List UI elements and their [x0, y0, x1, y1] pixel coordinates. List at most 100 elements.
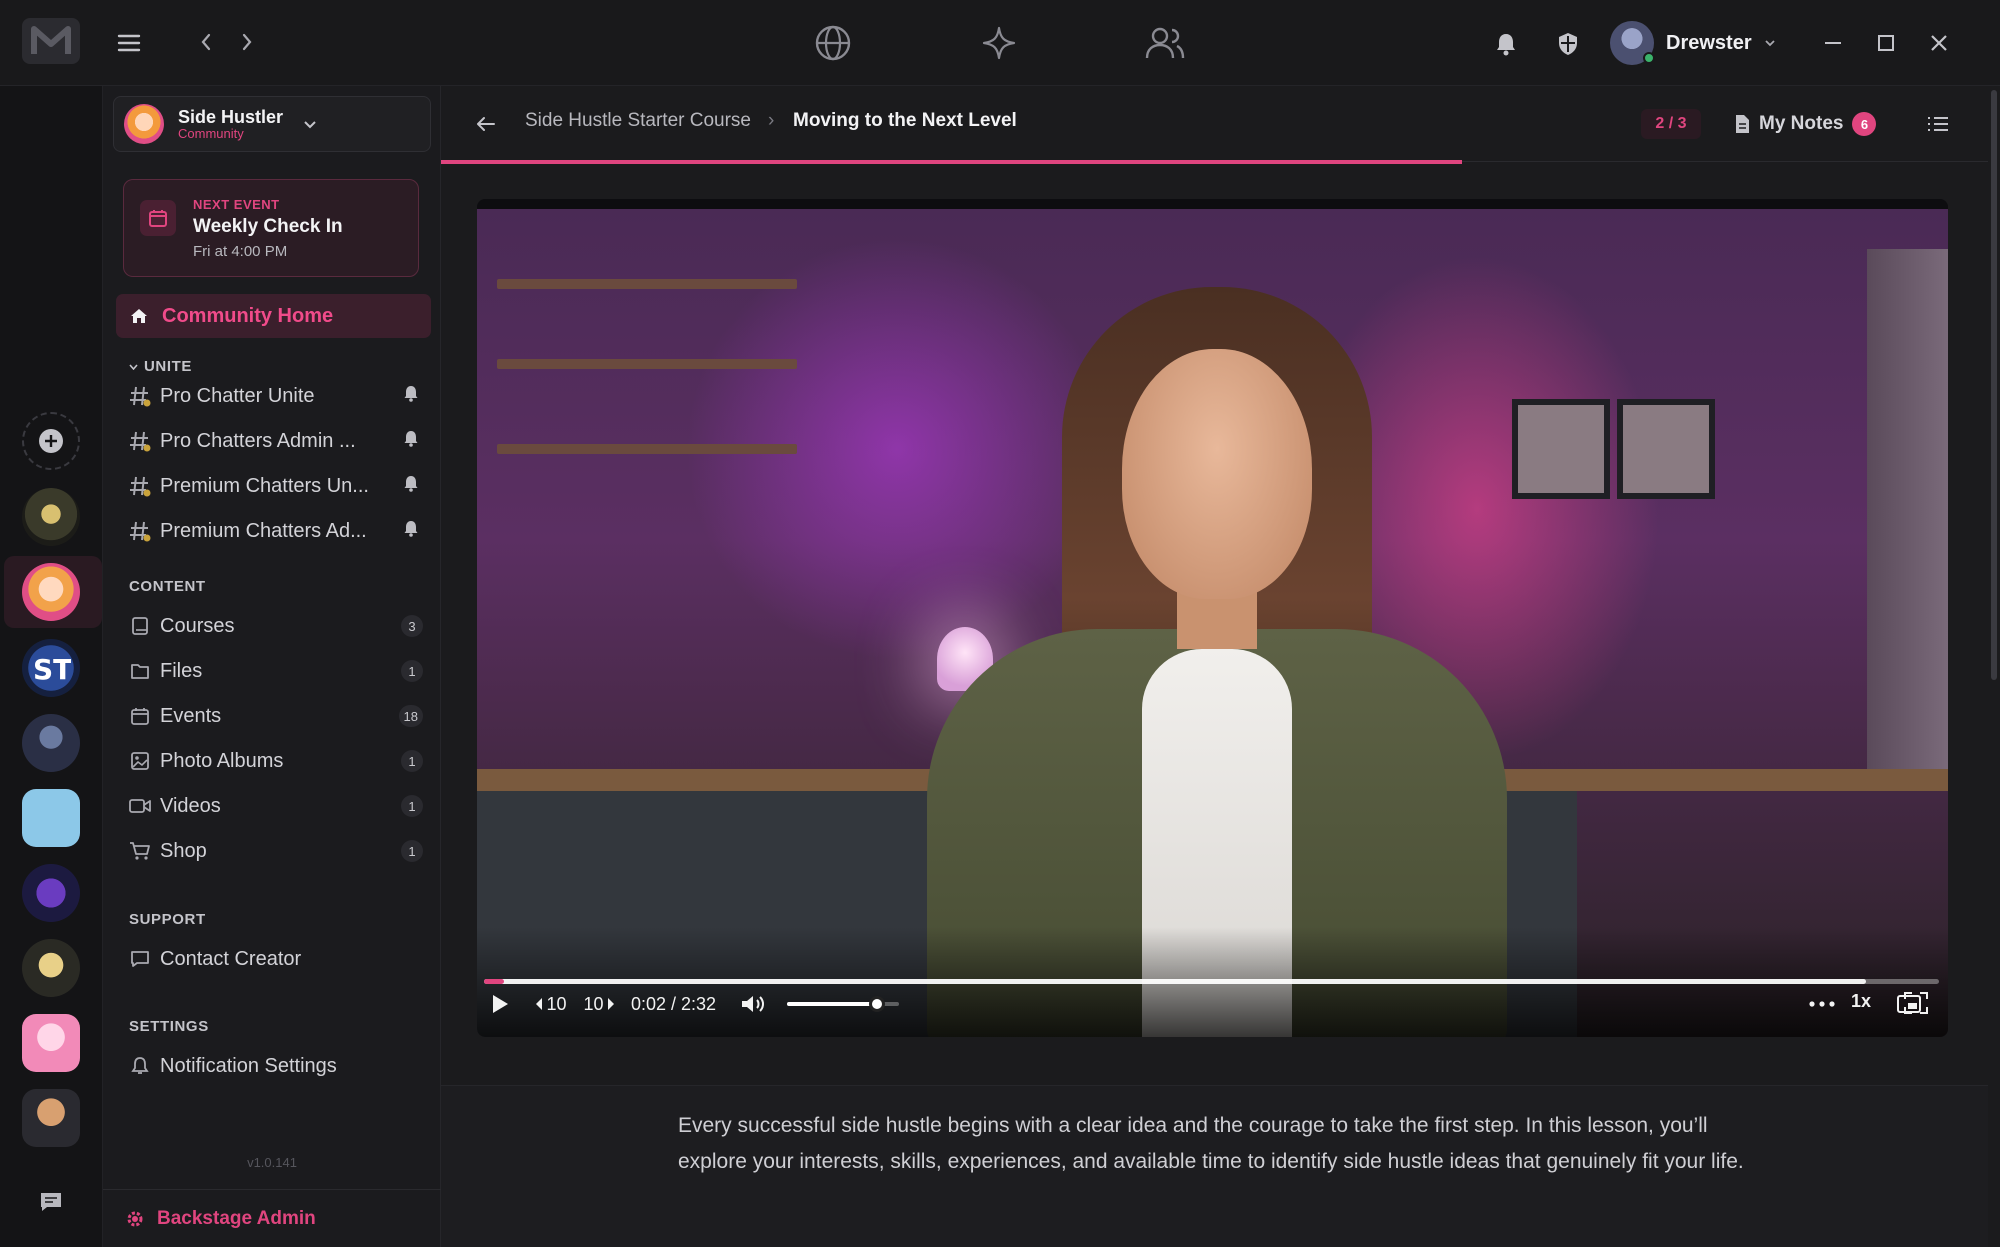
community-switcher[interactable]: Side Hustler Community: [113, 96, 431, 152]
channel-item[interactable]: Premium Chatters Ad...: [129, 513, 429, 549]
book-icon: [129, 615, 151, 637]
mute-button[interactable]: [739, 991, 767, 1017]
section-settings: SETTINGS: [129, 1018, 209, 1035]
count-badge: 1: [401, 840, 423, 862]
bell-icon[interactable]: [403, 385, 419, 407]
chat-icon[interactable]: [38, 1189, 64, 1215]
scrollbar-thumb[interactable]: [1991, 90, 1997, 680]
lesson-progress-bar: [441, 160, 1463, 164]
st-logo-icon: ST: [33, 653, 71, 683]
close-icon[interactable]: [1926, 30, 1952, 56]
nav-photo-albums[interactable]: Photo Albums 1: [129, 743, 429, 779]
presenter-face: [1122, 349, 1312, 599]
gear-icon: [127, 1211, 143, 1226]
community-icon-side-hustler[interactable]: [22, 563, 80, 621]
event-label: NEXT EVENT: [193, 197, 280, 212]
svg-text:ST: ST: [33, 653, 71, 683]
sparkle-icon[interactable]: [978, 22, 1020, 64]
community-icon-st[interactable]: ST: [22, 639, 80, 697]
seek-buffered: [484, 979, 1867, 984]
hashtag-lock-icon: [129, 520, 151, 542]
fullscreen-icon: [1904, 992, 1928, 1014]
forward-arrow-icon[interactable]: [235, 30, 259, 54]
nav-notification-settings[interactable]: Notification Settings: [129, 1048, 429, 1084]
community-rail: ST: [0, 86, 103, 1247]
community-icon-emoji[interactable]: [22, 789, 80, 847]
channel-item[interactable]: Pro Chatter Unite: [129, 378, 429, 414]
community-icon-rider[interactable]: [22, 714, 80, 772]
section-unite-label: UNITE: [144, 358, 192, 375]
bell-icon[interactable]: [403, 430, 419, 452]
section-support: SUPPORT: [129, 911, 206, 928]
home-icon: [131, 309, 147, 323]
fullscreen-button[interactable]: [1902, 990, 1930, 1016]
nav-events[interactable]: Events 18: [129, 698, 429, 734]
cart-icon: [129, 840, 151, 862]
calendar-icon: [129, 705, 151, 727]
message-icon: [129, 948, 151, 970]
nav-label: Files: [160, 659, 203, 682]
play-icon: [493, 995, 508, 1013]
people-icon[interactable]: [1142, 22, 1188, 64]
nav-label: Videos: [160, 794, 221, 817]
document-icon: [1736, 115, 1749, 133]
nav-shop[interactable]: Shop 1: [129, 833, 429, 869]
shield-icon[interactable]: [1554, 30, 1582, 58]
rewind-10-button[interactable]: 10: [533, 991, 569, 1017]
forward-10-button[interactable]: 10: [581, 991, 617, 1017]
community-icon-m[interactable]: [22, 864, 80, 922]
back-arrow-icon[interactable]: [194, 30, 218, 54]
chevron-down-icon: [1764, 40, 1775, 47]
lesson-header: Side Hustle Starter Course › Moving to t…: [441, 86, 1988, 164]
bell-icon[interactable]: [403, 475, 419, 497]
next-event-card[interactable]: NEXT EVENT Weekly Check In Fri at 4:00 P…: [123, 179, 419, 277]
volume-knob[interactable]: [868, 996, 885, 1012]
scrollbar[interactable]: [1988, 86, 2000, 1247]
volume-slider[interactable]: [787, 996, 899, 1012]
app-logo[interactable]: [22, 18, 80, 64]
playback-speed-button[interactable]: 1x: [1851, 991, 1871, 1012]
back-arrow-icon[interactable]: [474, 112, 498, 136]
community-icon-pink[interactable]: [22, 1014, 80, 1072]
nav-community-home[interactable]: Community Home: [116, 294, 431, 338]
backstage-admin-button[interactable]: Backstage Admin: [103, 1189, 441, 1247]
event-time: Fri at 4:00 PM: [193, 243, 288, 260]
lesson-description: Every successful side hustle begins with…: [441, 1085, 2000, 1247]
forward-label: 10: [583, 993, 604, 1014]
menu-icon[interactable]: [114, 28, 144, 58]
community-icon-trailing[interactable]: [22, 488, 80, 546]
seek-bar[interactable]: [484, 979, 1939, 984]
playback-time: 0:02 / 2:32: [631, 994, 717, 1014]
my-notes-button[interactable]: My Notes 6: [1734, 108, 1877, 140]
notification-bell-icon[interactable]: [1492, 30, 1520, 58]
nav-contact-creator[interactable]: Contact Creator: [129, 941, 429, 977]
channel-item[interactable]: Premium Chatters Un...: [129, 468, 429, 504]
calendar-icon: [140, 200, 176, 236]
count-badge: 3: [401, 615, 423, 637]
plus-circle-icon: [39, 429, 63, 453]
minimize-icon[interactable]: [1820, 30, 1846, 56]
community-type: Community: [178, 126, 244, 141]
globe-icon[interactable]: [812, 22, 854, 64]
app-version: v1.0.141: [247, 1155, 297, 1170]
nav-home-label: Community Home: [162, 304, 334, 327]
section-unite[interactable]: UNITE: [129, 358, 192, 375]
maximize-icon[interactable]: [1873, 30, 1899, 56]
nav-files[interactable]: Files 1: [129, 653, 429, 689]
wall-frame: [1512, 399, 1610, 499]
play-button[interactable]: [487, 991, 513, 1017]
community-icon-guitarist[interactable]: [22, 939, 80, 997]
count-badge: 1: [401, 750, 423, 772]
user-menu[interactable]: Drewster: [1610, 20, 1776, 66]
nav-videos[interactable]: Videos 1: [129, 788, 429, 824]
community-icon-sunglasses[interactable]: [22, 1089, 80, 1147]
breadcrumb-course[interactable]: Side Hustle Starter Course: [525, 110, 751, 132]
nav-courses[interactable]: Courses 3: [129, 608, 429, 644]
add-community-button[interactable]: [22, 412, 80, 470]
channel-label: Pro Chatter Unite: [160, 384, 315, 407]
list-icon[interactable]: [1925, 112, 1951, 136]
video-player[interactable]: 10 10 0:02 / 2:32 1x: [477, 199, 1948, 1037]
bell-icon[interactable]: [403, 520, 419, 542]
more-options-button[interactable]: [1807, 991, 1837, 1017]
channel-item[interactable]: Pro Chatters Admin ...: [129, 423, 429, 459]
